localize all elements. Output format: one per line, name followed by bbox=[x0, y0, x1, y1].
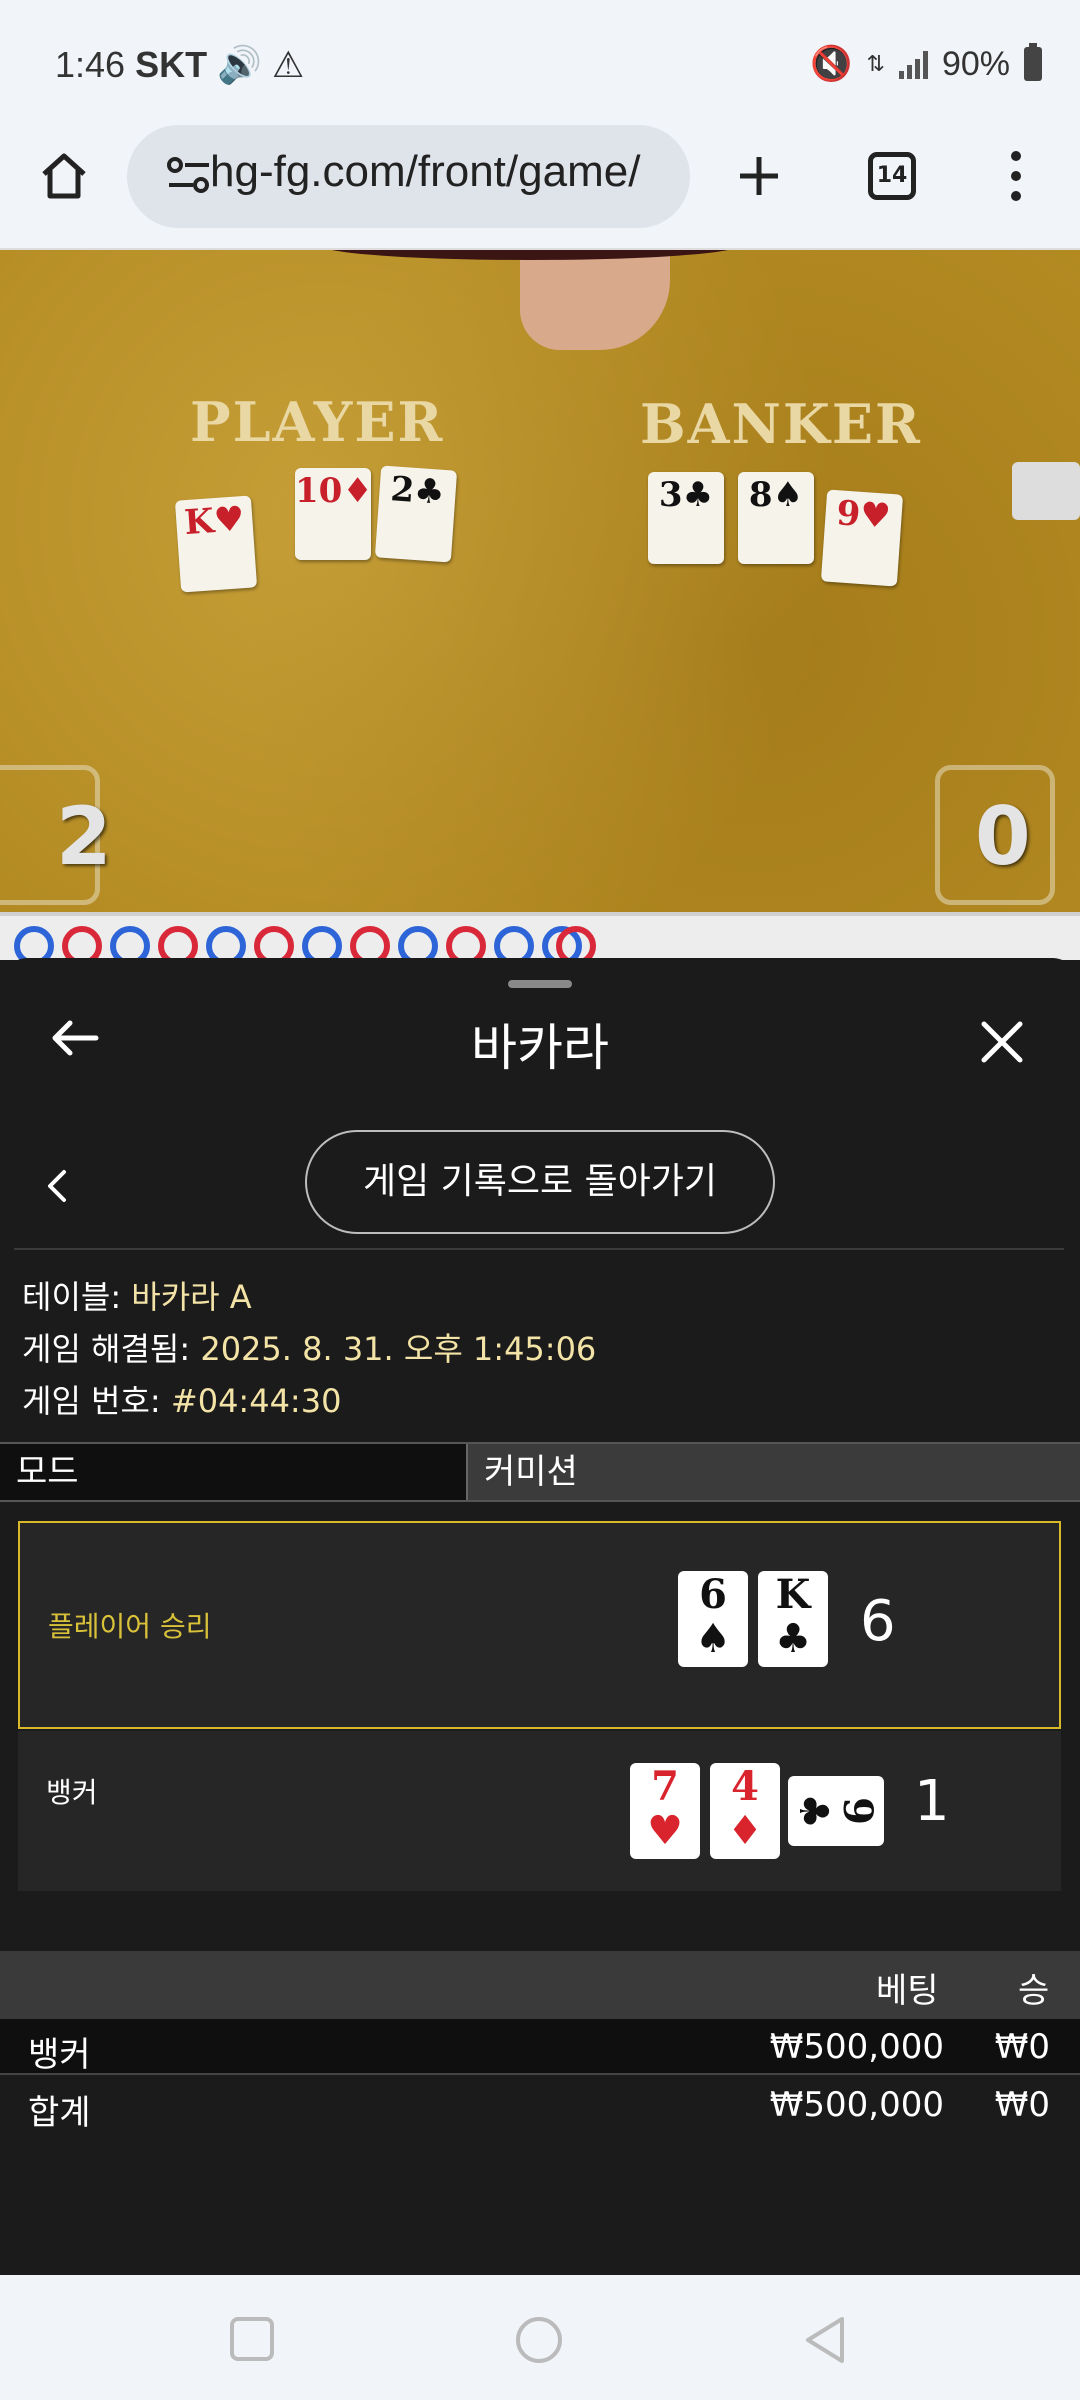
warning-icon: ⚠ bbox=[271, 44, 305, 85]
card-rank: 4 bbox=[731, 1763, 759, 1810]
table-label: 테이블: bbox=[22, 1278, 132, 1316]
table-card: K♥ bbox=[174, 495, 258, 593]
status-time: 1:46 SKT 🔊 ⚠ bbox=[55, 44, 304, 86]
card-rank: 7 bbox=[651, 1763, 679, 1810]
battery-percent: 90% bbox=[941, 44, 1010, 83]
sideways-card-face: 9 ♣ bbox=[790, 1785, 881, 1837]
status-bar: 1:46 SKT 🔊 ⚠ 🔇 ⇅ 90% bbox=[0, 0, 1080, 125]
sheet-drag-handle[interactable] bbox=[508, 980, 572, 988]
back-to-history-button[interactable]: 게임 기록으로 돌아가기 bbox=[305, 1130, 775, 1234]
card-rank: 9 bbox=[834, 1797, 881, 1825]
browser-toolbar: hg-fg.com/front/game/ 14 bbox=[0, 125, 1080, 250]
signal-icon bbox=[898, 49, 928, 79]
bet-table-header: 베팅 승 bbox=[0, 1951, 1080, 2019]
table-info: 테이블: 바카라 A bbox=[22, 1272, 252, 1318]
player-result-score: 6 bbox=[860, 1589, 896, 1654]
card-shoe bbox=[1012, 462, 1080, 520]
chevron-left-icon[interactable] bbox=[44, 1168, 70, 1204]
win-amount: ₩0 bbox=[994, 2027, 1050, 2067]
data-icon: ⇅ bbox=[866, 51, 885, 76]
resolved-info: 게임 해결됨: 2025. 8. 31. 오후 1:45:06 bbox=[22, 1324, 596, 1370]
felt-pattern bbox=[0, 250, 1080, 912]
back-nav-icon[interactable] bbox=[802, 2315, 848, 2365]
table-card: 2♣ bbox=[374, 465, 458, 563]
sheet-title: 바카라 bbox=[471, 1019, 609, 1077]
banker-felt-label: BANKER bbox=[640, 392, 922, 456]
playing-card: 7 ♥ bbox=[630, 1763, 700, 1859]
new-tab-icon[interactable] bbox=[736, 153, 782, 199]
header-bet: 베팅 bbox=[876, 1971, 939, 2011]
status-indicators: 🔇 ⇅ 90% bbox=[810, 43, 1042, 84]
game-number-label: 게임 번호: bbox=[22, 1382, 171, 1420]
player-result-panel: 플레이어 승리 6 ♠ K ♣ 6 bbox=[18, 1521, 1061, 1729]
card-suit: ♦ bbox=[727, 1807, 763, 1854]
playing-card-sideways: 9 ♣ bbox=[788, 1776, 884, 1846]
playing-card: K ♣ bbox=[758, 1571, 828, 1667]
bet-amount: ₩500,000 bbox=[769, 2027, 944, 2067]
banker-result-score: 1 bbox=[914, 1769, 950, 1834]
site-settings-icon[interactable] bbox=[167, 155, 211, 195]
player-result-label: 플레이어 승리 bbox=[48, 1610, 212, 1643]
bet-amount: ₩500,000 bbox=[769, 2085, 944, 2125]
carrier: SKT bbox=[135, 44, 208, 85]
more-menu-icon[interactable] bbox=[1006, 149, 1026, 203]
bead-road-strip bbox=[0, 912, 1080, 966]
playing-card: 4 ♦ bbox=[710, 1763, 780, 1859]
playing-card: 6 ♠ bbox=[678, 1571, 748, 1667]
table-card: 10♦ bbox=[295, 468, 373, 560]
clock: 1:46 bbox=[55, 44, 126, 85]
game-detail-sheet: 바카라 게임 기록으로 돌아가기 테이블: 바카라 A 게임 해결됨: 2025… bbox=[0, 958, 1080, 2275]
table-card: 8♠ bbox=[738, 472, 814, 564]
win-amount: ₩0 bbox=[994, 2085, 1050, 2125]
banker-result-label: 뱅커 bbox=[46, 1776, 98, 1809]
table-value: 바카라 A bbox=[131, 1278, 252, 1316]
table-card: 3♣ bbox=[648, 472, 724, 564]
player-score: 2 bbox=[56, 790, 112, 883]
table-card: 9♥ bbox=[820, 489, 904, 587]
card-suit: ♣ bbox=[790, 1793, 837, 1829]
tab-commission[interactable]: 커미션 bbox=[466, 1444, 1080, 1500]
banker-score: 0 bbox=[975, 790, 1031, 883]
game-number-info: 게임 번호: #04:44:30 bbox=[22, 1376, 341, 1422]
table-row: 뱅커 ₩500,000 ₩0 bbox=[0, 2019, 1080, 2075]
card-suit: ♣ bbox=[775, 1615, 811, 1662]
live-dealer-video: PLAYER BANKER 2 0 K♥ 10♦ 2♣ 3♣ 8♠ 9♥ bbox=[0, 250, 1080, 912]
card-suit: ♠ bbox=[695, 1615, 731, 1662]
table-row: 합계 ₩500,000 ₩0 bbox=[0, 2077, 1080, 2133]
mode-tabs: 모드 커미션 bbox=[0, 1442, 1080, 1502]
card-rank: 6 bbox=[699, 1571, 727, 1618]
banker-result-panel: 뱅커 7 ♥ 4 ♦ 9 ♣ 1 bbox=[18, 1731, 1061, 1891]
game-number-value: #04:44:30 bbox=[170, 1382, 342, 1420]
tab-switcher-button[interactable]: 14 bbox=[868, 152, 916, 200]
bet-name: 뱅커 bbox=[28, 2035, 91, 2075]
header-win: 승 bbox=[1018, 1971, 1050, 2011]
mute-icon: 🔇 bbox=[810, 45, 853, 83]
tab-mode[interactable]: 모드 bbox=[0, 1444, 466, 1500]
player-felt-label: PLAYER bbox=[190, 390, 445, 454]
recents-icon[interactable] bbox=[228, 2315, 276, 2363]
divider bbox=[14, 1248, 1064, 1250]
home-nav-icon[interactable] bbox=[514, 2315, 564, 2365]
card-rank: K bbox=[775, 1571, 811, 1618]
volume-icon: 🔊 bbox=[217, 44, 262, 85]
bet-name: 합계 bbox=[28, 2093, 91, 2133]
close-icon[interactable] bbox=[978, 1018, 1026, 1066]
home-icon[interactable] bbox=[38, 150, 90, 202]
battery-icon bbox=[1024, 43, 1042, 81]
android-nav-bar bbox=[0, 2275, 1080, 2400]
resolved-label: 게임 해결됨: bbox=[22, 1330, 201, 1368]
url-text[interactable]: hg-fg.com/front/game/ bbox=[210, 147, 670, 197]
card-suit: ♥ bbox=[647, 1807, 683, 1854]
resolved-value: 2025. 8. 31. 오후 1:45:06 bbox=[200, 1330, 597, 1368]
